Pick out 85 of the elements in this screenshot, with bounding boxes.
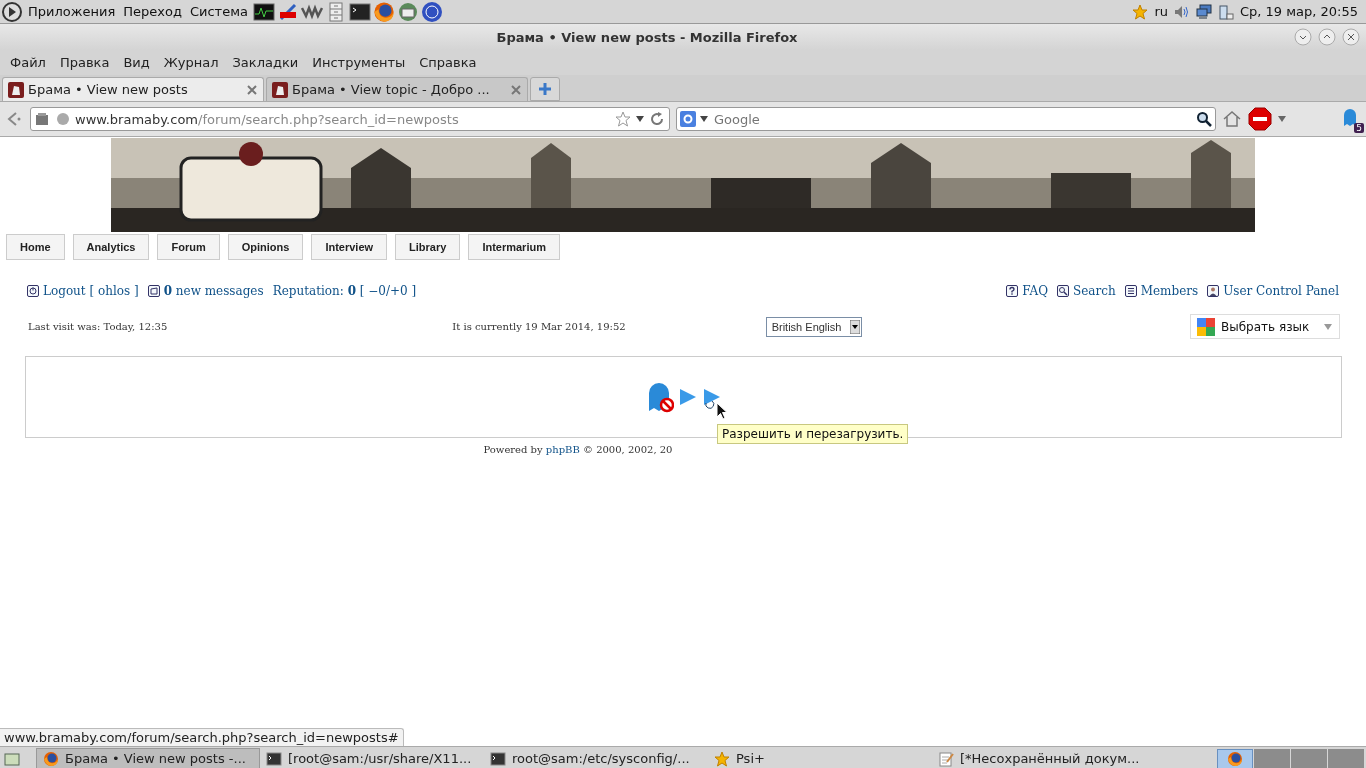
- footer-text: Powered by phpBB © 2000, 2002, 20: [483, 444, 673, 455]
- workspace-button[interactable]: [1254, 748, 1290, 768]
- dropdown-arrow-icon: [849, 319, 860, 334]
- taskbar-item[interactable]: Psi+: [708, 747, 932, 768]
- header-link[interactable]: User Control Panel: [1223, 284, 1339, 298]
- taskbar-item[interactable]: [*Несохранённый докум...: [932, 747, 1156, 768]
- panel-menu[interactable]: Переход: [119, 4, 186, 19]
- nav-tab[interactable]: Interview: [311, 234, 388, 260]
- menu-item[interactable]: Файл: [3, 55, 53, 70]
- firefox-icon: [1227, 750, 1243, 767]
- new-tab-button[interactable]: [530, 77, 560, 101]
- search-icon: [1057, 285, 1069, 297]
- plus-icon: [538, 82, 552, 96]
- list-icon: [1124, 285, 1137, 297]
- app-menu-icon[interactable]: [1, 0, 23, 23]
- header-link[interactable]: FAQ: [1022, 284, 1048, 298]
- header-link[interactable]: Search: [1073, 284, 1116, 298]
- star-icon: [714, 750, 730, 767]
- user-link[interactable]: 0 new messages: [163, 284, 264, 298]
- menu-item[interactable]: Инструменты: [305, 55, 413, 70]
- nav-tab[interactable]: Analytics: [72, 234, 150, 260]
- nav-tab[interactable]: Intermarium: [468, 234, 560, 260]
- workspace-button[interactable]: [1291, 748, 1327, 768]
- translate-icon: [1197, 317, 1215, 336]
- system-monitor-icon[interactable]: [252, 0, 275, 23]
- network-icon[interactable]: [1195, 3, 1212, 20]
- taskbar-item[interactable]: [root@sam:/usr/share/X11...: [260, 747, 484, 768]
- panel-menu[interactable]: Приложения: [24, 4, 120, 19]
- taskbar-item[interactable]: Брама • View new posts -...: [36, 747, 260, 768]
- menu-item[interactable]: Закладки: [225, 55, 306, 70]
- status-url: www.bramaby.com/forum/search.php?search_id=newposts#: [0, 728, 404, 746]
- menu-item[interactable]: Справка: [412, 55, 484, 70]
- user-link[interactable]: Logout [ ohlos ]: [43, 284, 139, 298]
- header-link[interactable]: Members: [1140, 284, 1199, 298]
- close-button[interactable]: [1342, 28, 1360, 46]
- user-icon: [1207, 285, 1220, 297]
- menu-item[interactable]: Журнал: [156, 55, 226, 70]
- menu-item[interactable]: Правка: [52, 55, 117, 70]
- clock[interactable]: Ср, 19 мар, 20:55: [1239, 4, 1358, 19]
- menu-item[interactable]: Вид: [116, 55, 157, 70]
- nav-tab[interactable]: Forum: [157, 234, 220, 260]
- footer-link[interactable]: phpBB: [545, 444, 580, 455]
- window-title: Брама • View new posts - Mozilla Firefox: [495, 29, 799, 45]
- count-badge: 5: [1354, 123, 1364, 133]
- search-engine-icon[interactable]: [680, 111, 696, 127]
- dropdown-arrow-icon: [1323, 321, 1333, 332]
- panel-menu[interactable]: Система: [185, 4, 252, 19]
- language-select[interactable]: British English: [765, 316, 862, 337]
- star-icon[interactable]: [1132, 3, 1149, 20]
- workspace-button[interactable]: [1328, 748, 1364, 768]
- favicon-icon: [272, 81, 288, 98]
- dropdown-arrow-icon[interactable]: [1278, 115, 1286, 123]
- workspace-button[interactable]: [1217, 748, 1253, 768]
- help-icon: [1006, 285, 1019, 297]
- terminal-icon: [266, 750, 282, 767]
- envelope-icon: [147, 285, 160, 297]
- stop-sign-icon[interactable]: [1248, 107, 1272, 131]
- firefox-icon: [43, 750, 59, 767]
- close-tab-icon[interactable]: [246, 83, 258, 96]
- user-link[interactable]: Reputation: 0 [ −0/+0 ]: [272, 284, 417, 298]
- taskbar-item[interactable]: root@sam:/etc/sysconfig/...: [484, 747, 708, 768]
- mouse-pointer-icon: [716, 402, 728, 420]
- nav-tab[interactable]: Home: [6, 234, 65, 260]
- terminal-icon: [490, 750, 506, 767]
- browser-tab[interactable]: Брама • View topic - Добро ...: [266, 77, 528, 101]
- current-time-text: It is currently 19 Mar 2014, 19:52: [452, 321, 626, 332]
- translate-dropdown[interactable]: Выбрать язык: [1190, 314, 1340, 339]
- browser-tab[interactable]: Брама • View new posts: [2, 77, 264, 101]
- search-icon[interactable]: [1196, 111, 1212, 127]
- keyboard-layout[interactable]: ru: [1154, 4, 1168, 19]
- battery-icon[interactable]: [1217, 3, 1234, 20]
- tooltip: Разрешить и перезагрузить.: [717, 424, 909, 444]
- nav-tab[interactable]: Library: [395, 234, 461, 260]
- firefox-icon[interactable]: [372, 0, 395, 23]
- dropdown-arrow-icon[interactable]: [700, 115, 708, 123]
- terminal-icon[interactable]: [348, 0, 371, 23]
- favicon-icon: [8, 81, 24, 98]
- search-bar[interactable]: Google: [676, 107, 1216, 131]
- mail-icon[interactable]: [396, 0, 419, 23]
- last-visit-text: Last visit was: Today, 12:35: [28, 321, 169, 332]
- address-bar[interactable]: www.bramaby.com/forum/search.php?search_id=newposts: [30, 107, 670, 131]
- nav-tab[interactable]: Opinions: [227, 234, 304, 260]
- home-icon[interactable]: [1222, 109, 1242, 129]
- power-icon: [27, 285, 39, 297]
- close-tab-icon[interactable]: [510, 83, 522, 96]
